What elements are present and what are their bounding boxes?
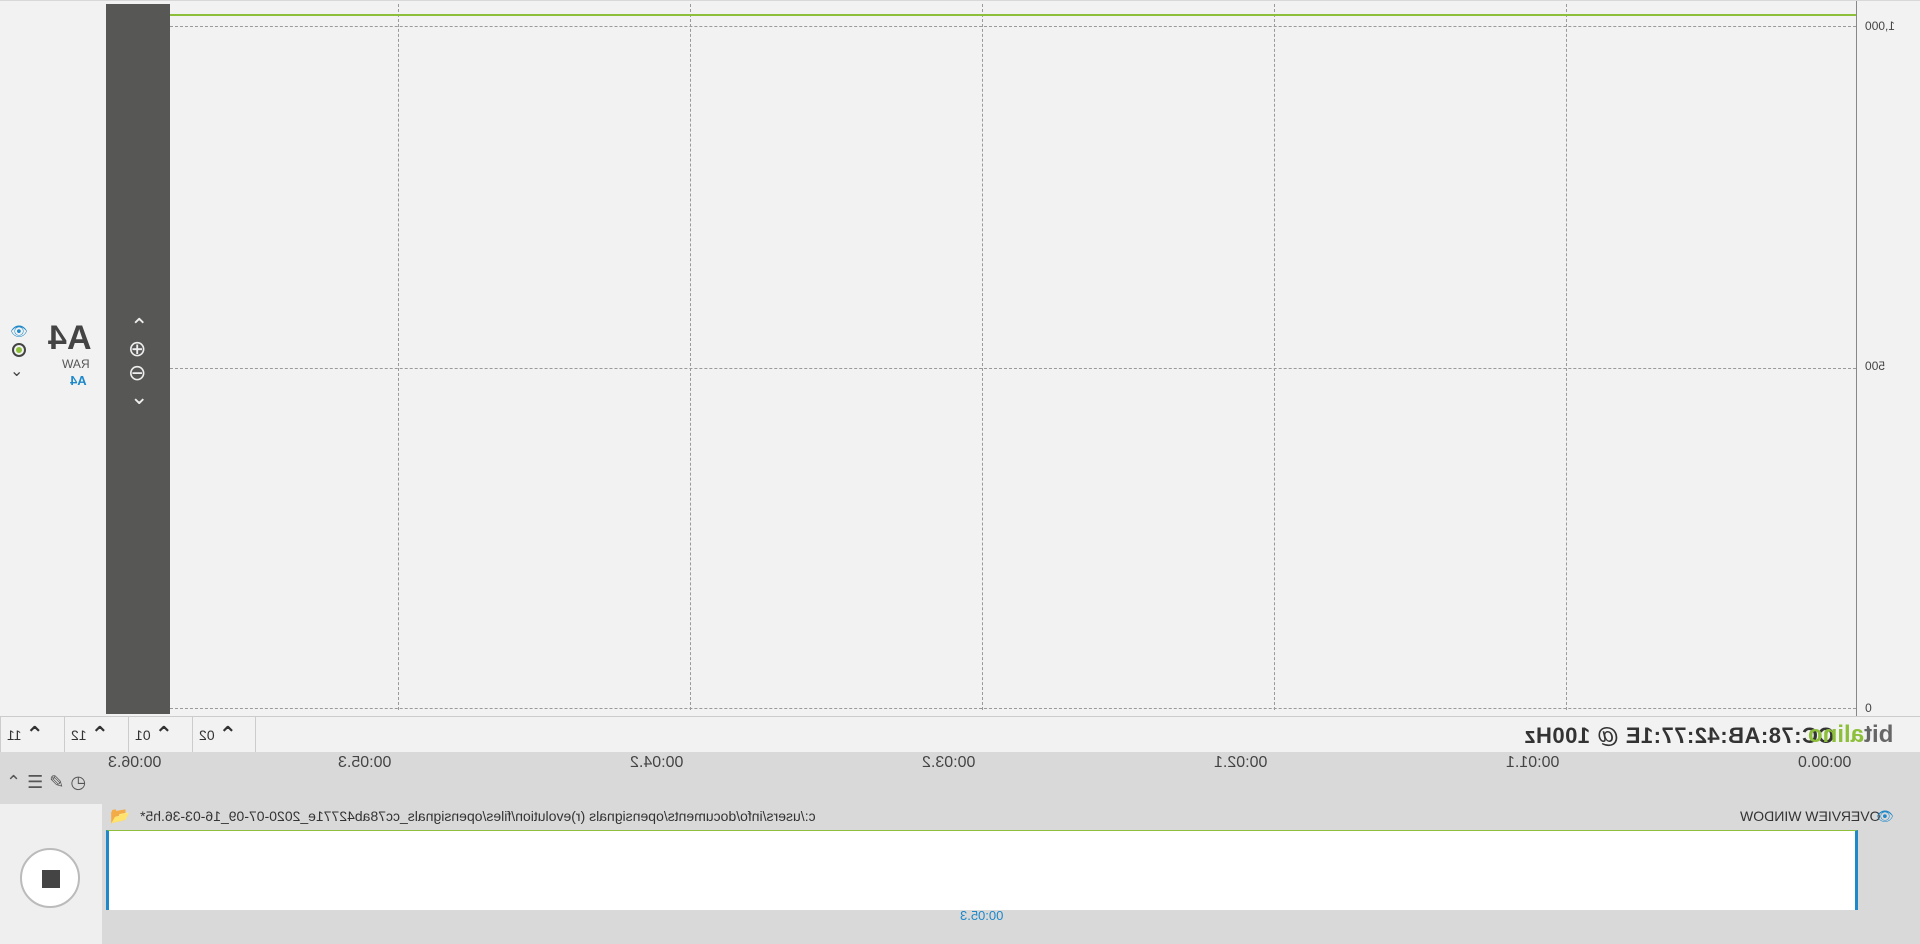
y-tick-label: 0 xyxy=(1865,701,1872,715)
status-bar: 11 ⌃ 12 ⌃ 01 ⌃ 02 ⌃ CC:78:AB:42:77:1E @ … xyxy=(0,716,1920,753)
record-panel xyxy=(0,804,102,944)
time-axis: 00:00.0 00:01.1 00:02.1 00:03.2 00:04.2 … xyxy=(0,752,1920,804)
y-tick-label: 1,000 xyxy=(1865,19,1896,33)
grid-line xyxy=(170,368,1856,369)
signal-trace xyxy=(170,14,1856,16)
channel-number: 11 xyxy=(7,727,22,743)
channel-selector-12[interactable]: 12 ⌃ xyxy=(64,717,128,753)
grid-line xyxy=(690,4,691,710)
zoom-in-icon[interactable]: ⊕ xyxy=(128,336,146,362)
channel-panel: 👁 ⌄ A4 RAW A4 xyxy=(0,1,106,717)
eye-icon[interactable]: 👁 xyxy=(10,323,28,340)
grid-line xyxy=(398,4,399,710)
logo-suffix: alino xyxy=(1808,721,1865,748)
chevron-up-icon[interactable]: ⌃ xyxy=(26,722,44,748)
eye-icon[interactable]: 👁 xyxy=(1876,808,1894,825)
time-label: 00:00.0 xyxy=(1798,754,1852,771)
folder-icon[interactable]: 📂 xyxy=(110,806,130,826)
toolbar: ⌃ ☰ ✎ ◷ xyxy=(6,772,86,796)
chevron-up-icon[interactable]: ⌃ xyxy=(155,722,173,748)
grid-line xyxy=(982,4,983,710)
channel-type: RAW xyxy=(62,357,90,371)
grid-line xyxy=(170,708,1856,709)
time-label: 00:06.3 xyxy=(108,754,162,771)
chevron-down-icon[interactable]: ⌄ xyxy=(10,361,23,381)
overview-panel: 📂 c:/users/info/documents/opensignals (r… xyxy=(0,804,1920,944)
chevron-up-icon[interactable]: ⌃ xyxy=(6,772,21,796)
signal-graph[interactable] xyxy=(170,4,1856,710)
time-label: 00:05.3 xyxy=(338,754,392,771)
pin-icon[interactable]: ✎ xyxy=(49,772,64,796)
time-label: 00:01.1 xyxy=(1506,754,1560,771)
channel-sub-label: A4 xyxy=(70,373,87,388)
grid-line xyxy=(170,26,1856,27)
zoom-controls: ⌃ ⊕ ⊖ ⌄ xyxy=(120,314,160,410)
chevron-up-icon[interactable]: ⌃ xyxy=(219,722,237,748)
channel-selector-02[interactable]: 02 ⌃ xyxy=(192,717,256,753)
channel-selector-11[interactable]: 11 ⌃ xyxy=(0,717,64,753)
time-label: 00:04.2 xyxy=(630,754,684,771)
file-path: c:/users/info/documents/opensignals (r)e… xyxy=(140,808,816,824)
overview-current-time: 00:05.3 xyxy=(960,908,1004,923)
y-axis: 1,000 500 0 xyxy=(1856,1,1920,717)
channel-number: 01 xyxy=(135,727,151,743)
logo-prefix: bit xyxy=(1864,721,1894,748)
zoom-bar: ⌃ ⊕ ⊖ ⌄ xyxy=(106,4,170,714)
channel-number: 02 xyxy=(199,727,215,743)
device-label: CC:78:AB:42:77:1E @ 100Hz xyxy=(1524,723,1835,748)
plot-area: 👁 ⌄ A4 RAW A4 ⌃ ⊕ ⊖ ⌄ 1,000 500 0 xyxy=(0,0,1920,717)
channel-header: 👁 ⌄ A4 RAW A4 xyxy=(10,319,100,399)
clock-icon[interactable]: ◷ xyxy=(70,772,86,796)
channel-title: A4 xyxy=(48,319,92,357)
time-label: 00:02.1 xyxy=(1214,754,1268,771)
overview-title: OVERVIEW WINDOW xyxy=(1740,808,1881,824)
time-label: 00:03.2 xyxy=(922,754,976,771)
stop-button[interactable] xyxy=(20,848,80,908)
channel-number: 12 xyxy=(71,727,87,743)
chevron-up-icon[interactable]: ⌃ xyxy=(91,722,109,748)
channel-selector-01[interactable]: 01 ⌃ xyxy=(128,717,192,753)
grid-line xyxy=(1274,4,1275,710)
grid-line xyxy=(1566,4,1567,710)
channel-toggle[interactable] xyxy=(12,343,26,357)
overview-window[interactable] xyxy=(106,830,1858,910)
chevron-down-icon[interactable]: ⌄ xyxy=(130,384,148,410)
brand-logo: bitalino xyxy=(1808,721,1893,749)
y-tick-label: 500 xyxy=(1865,359,1886,373)
zoom-out-icon[interactable]: ⊖ xyxy=(128,360,146,386)
list-icon[interactable]: ☰ xyxy=(27,772,43,796)
